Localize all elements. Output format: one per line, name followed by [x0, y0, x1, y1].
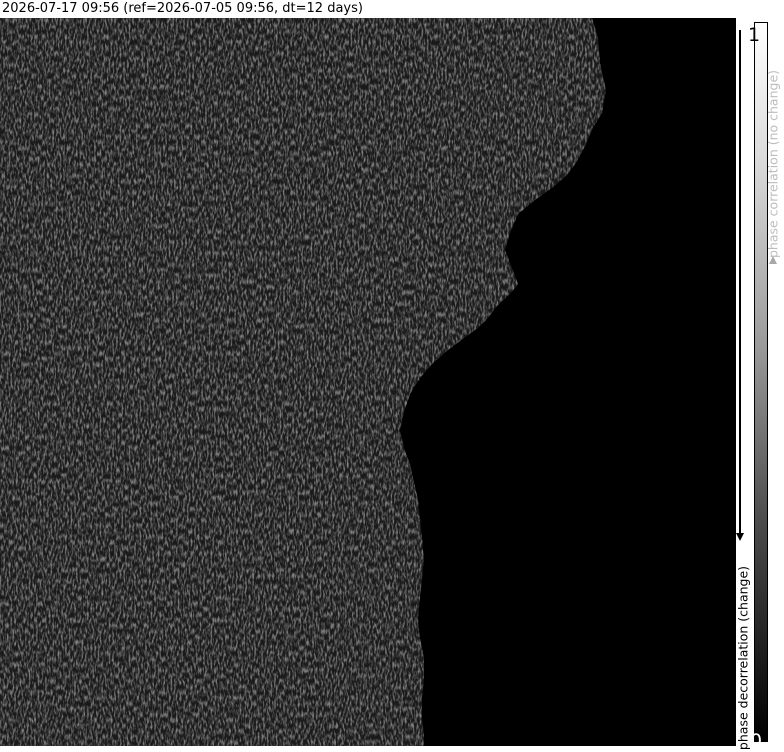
colorbar-label-change: phase decorrelation (change): [735, 565, 751, 751]
coherence-map-image: [0, 18, 736, 746]
arrow-up-icon: [769, 256, 777, 264]
colorbar-min-label: 0: [750, 730, 763, 752]
timestamp-title: 2026-07-17 09:56 (ref=2026-07-05 09:56, …: [2, 1, 363, 16]
arrow-down-icon: [736, 533, 744, 541]
header-bar: 2026-07-17 09:56 (ref=2026-07-05 09:56, …: [0, 0, 784, 18]
coherence-map: [0, 18, 736, 746]
colorbar: 1 0 phase correlation (no change) phase …: [736, 18, 784, 752]
colorbar-change-line: [739, 30, 741, 535]
colorbar-label-no-change: phase correlation (no change): [765, 69, 781, 259]
colorbar-max-label: 1: [748, 24, 761, 46]
